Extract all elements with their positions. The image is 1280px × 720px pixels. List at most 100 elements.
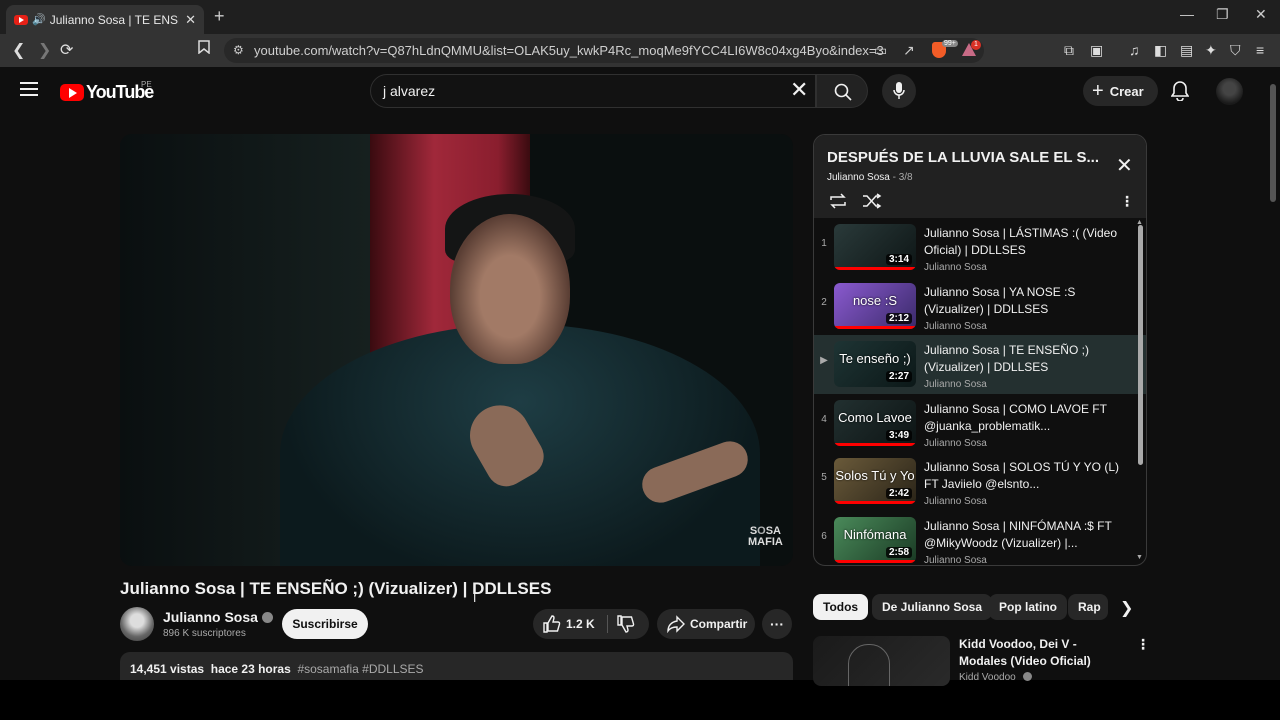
browser-tab[interactable]: 🔊 Julianno Sosa | TE ENSEÑO ;) ✕	[6, 5, 204, 34]
search-icon	[834, 83, 852, 101]
playlist-title[interactable]: DESPUÉS DE LA LLUVIA SALE EL S...	[827, 149, 1099, 166]
hamburger-menu-icon[interactable]	[20, 82, 38, 100]
verified-icon	[261, 612, 273, 623]
tab-title: Julianno Sosa | TE ENSEÑO ;)	[49, 12, 179, 27]
country-code: PE	[141, 80, 152, 89]
playlist-owner[interactable]: Julianno Sosa	[827, 172, 890, 183]
like-icon[interactable]	[543, 615, 561, 633]
chip-from-channel[interactable]: De Julianno Sosa	[872, 594, 993, 620]
close-window-icon[interactable]: ✕	[1255, 6, 1267, 23]
wallet-icon[interactable]: ▤	[1180, 42, 1193, 59]
share-label: Compartir	[690, 617, 748, 631]
site-settings-icon[interactable]: ⚙	[233, 38, 244, 63]
channel-avatar[interactable]	[120, 607, 154, 641]
voice-search-button[interactable]	[882, 74, 916, 108]
playlist-item[interactable]: 4 Como Lavoe 3:49 Julianno Sosa | COMO L…	[814, 394, 1146, 453]
cast-icon[interactable]: ▭	[874, 42, 887, 59]
account-avatar[interactable]	[1216, 78, 1243, 105]
page-scrollbar[interactable]	[1270, 84, 1276, 202]
playlist-position: 3/8	[898, 172, 913, 183]
create-label: Crear	[1109, 83, 1144, 99]
hashtags[interactable]: #sosamafia #DDLLSES	[297, 662, 423, 676]
playlist-item-current[interactable]: ▶ Te enseño ;) 2:27 Julianno Sosa | TE E…	[814, 335, 1146, 394]
channel-name-text: Julianno Sosa	[163, 609, 258, 625]
now-playing-icon: ▶	[820, 355, 828, 366]
more-actions-icon[interactable]: ···	[762, 609, 792, 639]
playlist-item-index: 5	[821, 472, 827, 483]
loop-icon[interactable]	[828, 193, 848, 209]
close-playlist-icon[interactable]: ✕	[1116, 153, 1133, 178]
chip-rap[interactable]: Rap	[1068, 594, 1108, 620]
playlist-header: DESPUÉS DE LA LLUVIA SALE EL S... Julian…	[814, 135, 1146, 218]
leo-ai-icon[interactable]: ✦	[1205, 42, 1217, 59]
sidebar-icon[interactable]: ◧	[1154, 42, 1167, 59]
playlist-scrollbar[interactable]	[1138, 225, 1143, 465]
search-button[interactable]	[816, 74, 868, 108]
dislike-icon[interactable]	[617, 615, 635, 633]
thumbnail-caption: nose :S	[852, 292, 898, 308]
playlist-more-icon[interactable]: ⋮	[1120, 193, 1134, 210]
watched-progress-bar	[834, 559, 916, 563]
duration-badge: 3:14	[885, 254, 912, 265]
reload-icon[interactable]: ⟳	[60, 40, 73, 60]
extensions-icon[interactable]: ⧉	[1064, 42, 1074, 59]
playlist-item[interactable]: 6 Ninfómana 2:58 Julianno Sosa | NINFÓMA…	[814, 511, 1146, 566]
plus-icon: +	[1092, 80, 1104, 102]
taskbar-area	[0, 680, 1280, 720]
screenshot-icon[interactable]: ▣	[1090, 42, 1103, 59]
shuffle-icon[interactable]	[862, 193, 882, 209]
chevron-right-icon[interactable]: ❯	[1120, 598, 1133, 618]
back-icon[interactable]: ❮	[12, 40, 25, 60]
like-count[interactable]: 1.2 K	[566, 617, 595, 631]
playlist-item[interactable]: 2 nose :S 2:12 Julianno Sosa | YA NOSE :…	[814, 277, 1146, 336]
view-count: 14,451 vistas	[130, 662, 205, 676]
playlist-item-thumbnail: Te enseño ;) 2:27	[834, 341, 916, 387]
thumbnail-caption: Te enseño ;)	[839, 351, 911, 366]
notifications-bell-icon[interactable]	[1170, 81, 1190, 106]
playlist-item-channel: Julianno Sosa	[924, 320, 987, 332]
playlist-item-index: 6	[821, 530, 827, 542]
maximize-icon[interactable]: ❐	[1216, 6, 1229, 23]
verified-icon	[1022, 672, 1032, 681]
playlist-item-index: 4	[821, 413, 827, 425]
subscribe-button[interactable]: Suscribirse	[282, 609, 368, 639]
channel-name[interactable]: Julianno Sosa	[163, 609, 273, 625]
create-button[interactable]: + Crear	[1083, 76, 1158, 106]
description-box[interactable]: 14,451 vistas hace 23 horas #sosamafia #…	[120, 652, 793, 682]
clear-search-icon[interactable]: ✕	[790, 78, 808, 102]
close-tab-icon[interactable]: ✕	[185, 12, 196, 28]
recommendation-title[interactable]: Kidd Voodoo, Dei V - Modales (Video Ofic…	[959, 636, 1124, 670]
music-icon[interactable]: ♫	[1129, 42, 1140, 58]
speaker-icon[interactable]: 🔊	[32, 13, 46, 26]
recommendation-thumbnail[interactable]	[813, 636, 950, 686]
recommendation-channel[interactable]: Kidd Voodoo	[959, 672, 1032, 683]
video-title: Julianno Sosa | TE ENSEÑO ;) (Vizualizer…	[120, 579, 552, 598]
recommendation-channel-text: Kidd Voodoo	[959, 672, 1016, 683]
share-button[interactable]: Compartir	[657, 609, 755, 639]
new-tab-button[interactable]: +	[214, 6, 225, 27]
playlist-item-title: Julianno Sosa | TE ENSEÑO ;) (Vizualizer…	[924, 343, 1089, 374]
recommendation-more-icon[interactable]: ⋮	[1136, 636, 1150, 653]
forward-icon[interactable]: ❯	[38, 40, 51, 60]
video-player[interactable]: SOSA MAFIA	[120, 134, 793, 566]
share-page-icon[interactable]: ↗	[903, 42, 915, 59]
youtube-logo[interactable]: YouTube PE	[60, 80, 154, 103]
playlist-item-channel: Julianno Sosa	[924, 554, 987, 566]
playlist-item-thumbnail: Como Lavoe 3:49	[834, 399, 916, 446]
duration-badge: 2:42	[885, 488, 912, 499]
scroll-down-icon[interactable]: ▼	[1136, 554, 1143, 561]
bookmark-icon[interactable]	[198, 40, 210, 59]
playlist-item-title: Julianno Sosa | LÁSTIMAS :( (Video Ofici…	[924, 226, 1117, 257]
playlist-item[interactable]: 1 3:14 Julianno Sosa | LÁSTIMAS :( (Vide…	[814, 218, 1146, 277]
chip-all[interactable]: Todos	[813, 594, 869, 620]
address-bar[interactable]: ⚙ youtube.com/watch?v=Q87hLdnQMMU&list=O…	[224, 38, 984, 63]
vpn-icon[interactable]: ⛉	[1230, 42, 1241, 59]
duration-badge: 3:49	[885, 429, 912, 441]
share-icon	[667, 615, 685, 633]
menu-icon[interactable]: ≡	[1256, 42, 1264, 58]
minimize-icon[interactable]: —	[1180, 6, 1194, 22]
playlist-item-channel: Julianno Sosa	[924, 379, 987, 390]
playlist-item[interactable]: 5 Solos Tú y Yo 2:42 Julianno Sosa | SOL…	[814, 452, 1146, 511]
chip-pop-latino[interactable]: Pop latino	[989, 594, 1067, 620]
search-input[interactable]: j alvarez	[370, 74, 816, 108]
